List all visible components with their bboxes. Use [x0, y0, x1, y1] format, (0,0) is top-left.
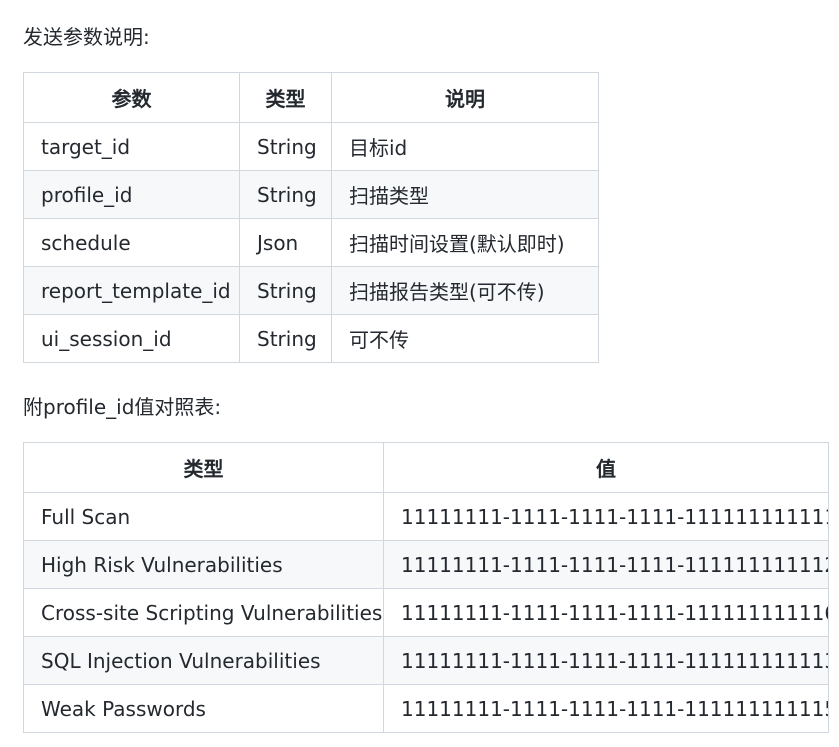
column-header-value: 值 [383, 442, 829, 493]
profile-id-heading: 附profile_id值对照表: [23, 395, 222, 419]
profile-type-cell: High Risk Vulnerabilities [23, 540, 384, 589]
param-description-cell: 扫描类型 [331, 170, 599, 219]
param-name-cell: target_id [23, 122, 240, 171]
column-header-type: 类型 [23, 442, 384, 493]
table-row: Full Scan 11111111-1111-1111-1111-111111… [23, 492, 829, 541]
param-type-cell: Json [239, 218, 332, 267]
param-name-cell: ui_session_id [23, 314, 240, 363]
param-type-cell: String [239, 266, 332, 315]
table-header-row: 类型 值 [23, 442, 829, 493]
table-row: SQL Injection Vulnerabilities 11111111-1… [23, 636, 829, 685]
param-type-cell: String [239, 122, 332, 171]
param-description-cell: 扫描报告类型(可不传) [331, 266, 599, 315]
profile-id-table: 类型 值 Full Scan 11111111-1111-1111-1111-1… [23, 442, 829, 733]
param-name-cell: profile_id [23, 170, 240, 219]
table-row: Cross-site Scripting Vulnerabilities 111… [23, 588, 829, 637]
profile-value-cell: 11111111-1111-1111-1111-111111111113 [383, 636, 829, 685]
table-row: report_template_id String 扫描报告类型(可不传) [23, 266, 599, 315]
profile-type-cell: SQL Injection Vulnerabilities [23, 636, 384, 685]
table-row: schedule Json 扫描时间设置(默认即时) [23, 218, 599, 267]
column-header-description: 说明 [331, 72, 599, 123]
table-row: profile_id String 扫描类型 [23, 170, 599, 219]
param-type-cell: String [239, 170, 332, 219]
table-row: Weak Passwords 11111111-1111-1111-1111-1… [23, 684, 829, 733]
param-description-cell: 目标id [331, 122, 599, 171]
param-name-cell: schedule [23, 218, 240, 267]
table-header-row: 参数 类型 说明 [23, 72, 599, 123]
table-row: High Risk Vulnerabilities 11111111-1111-… [23, 540, 829, 589]
profile-type-cell: Weak Passwords [23, 684, 384, 733]
param-description-cell: 扫描时间设置(默认即时) [331, 218, 599, 267]
param-description-cell: 可不传 [331, 314, 599, 363]
param-name-cell: report_template_id [23, 266, 240, 315]
param-type-cell: String [239, 314, 332, 363]
profile-type-cell: Cross-site Scripting Vulnerabilities [23, 588, 384, 637]
table-row: target_id String 目标id [23, 122, 599, 171]
profile-value-cell: 11111111-1111-1111-1111-111111111112 [383, 540, 829, 589]
column-header-type: 类型 [239, 72, 332, 123]
profile-value-cell: 11111111-1111-1111-1111-111111111111 [383, 492, 829, 541]
profile-value-cell: 11111111-1111-1111-1111-111111111115 [383, 684, 829, 733]
column-header-param: 参数 [23, 72, 240, 123]
send-params-heading: 发送参数说明: [23, 25, 150, 49]
table-row: ui_session_id String 可不传 [23, 314, 599, 363]
profile-value-cell: 11111111-1111-1111-1111-111111111116 [383, 588, 829, 637]
profile-type-cell: Full Scan [23, 492, 384, 541]
params-table: 参数 类型 说明 target_id String 目标id profile_i… [23, 72, 599, 363]
